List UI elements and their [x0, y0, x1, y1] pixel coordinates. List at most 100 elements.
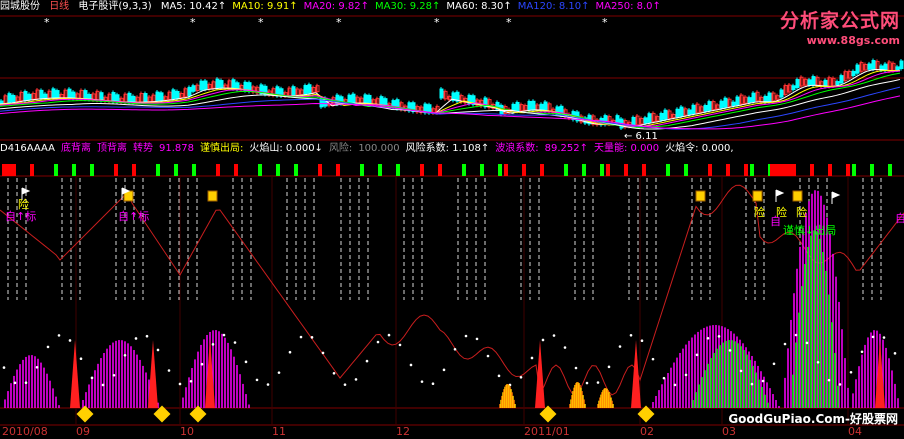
indicator-dot — [376, 340, 380, 344]
logo-url: www.88gs.com — [806, 34, 900, 47]
signal-block — [114, 164, 118, 176]
indicator-dot — [332, 371, 336, 375]
indicator-dot — [321, 351, 325, 355]
indicator-value: 89.252↑ — [544, 143, 588, 154]
indicator-dot — [398, 343, 402, 347]
indicator-label[interactable]: 电子股评(9,3,3) — [78, 1, 151, 12]
indicator-dot — [882, 336, 886, 339]
indicator-dot — [24, 381, 28, 385]
indicator-dot — [574, 366, 578, 370]
indicator-dot — [288, 350, 292, 354]
site-logo: 分析家公式网 www.88gs.com — [780, 6, 900, 47]
indicator-dot — [585, 381, 589, 385]
ma-item: MA60: 8.30↑ — [446, 1, 512, 12]
indicator-dot — [750, 382, 754, 386]
red-spike — [70, 340, 80, 408]
signal-block — [726, 164, 730, 176]
candle — [659, 112, 664, 121]
ma-item: MA20: 9.82↑ — [303, 1, 369, 12]
signal-block — [828, 164, 832, 176]
candle — [39, 89, 44, 99]
candle — [779, 89, 784, 98]
candle — [131, 95, 136, 103]
time-axis-label: 11 — [272, 425, 286, 438]
signal-block — [216, 164, 220, 176]
candle — [835, 81, 840, 86]
star-mark: * — [602, 16, 608, 29]
candle — [735, 96, 740, 106]
candle — [203, 80, 208, 90]
indicator-dot — [354, 378, 358, 381]
signal-block — [72, 164, 76, 176]
candle — [175, 90, 180, 99]
candle — [691, 104, 696, 115]
indicator-dot — [640, 339, 644, 343]
indicator-dot — [57, 334, 61, 337]
signal-zi-biao-2: 自↑标 — [118, 210, 150, 223]
time-axis-label: 2010/08 — [2, 425, 48, 438]
signal-block — [54, 164, 58, 176]
signal-block — [540, 164, 544, 176]
indicator-dot — [123, 353, 127, 357]
period-label[interactable]: 日线 — [49, 1, 69, 12]
signal-block — [480, 164, 484, 176]
signal-block — [192, 164, 196, 176]
stock-name[interactable]: 园城股份 — [0, 1, 40, 12]
logo-title: 分析家公式网 — [779, 10, 900, 32]
candle — [231, 79, 236, 90]
candle — [199, 80, 204, 91]
candle — [439, 88, 444, 99]
indicator-dot — [420, 380, 424, 383]
flag-marker — [831, 191, 841, 204]
indicator-dot — [794, 333, 798, 337]
indicator-value: 转势 — [133, 143, 153, 154]
star-mark: * — [434, 16, 440, 29]
indicator-dot — [46, 345, 50, 349]
indicator-dot — [783, 342, 787, 346]
indicator-dot — [266, 383, 270, 386]
candle — [7, 93, 12, 104]
candle — [159, 92, 164, 102]
indicator-dot — [255, 378, 259, 382]
indicator-value: 谨慎出局: — [200, 143, 244, 154]
watermark: GoodGuPiao.Com-好股票网 — [728, 412, 898, 426]
candle — [127, 92, 132, 103]
candle — [215, 78, 220, 89]
indicator-dot — [607, 365, 611, 369]
candle — [351, 93, 356, 104]
candle — [647, 113, 652, 123]
indicator-dot — [717, 335, 721, 338]
indicator-dot — [211, 343, 215, 346]
signal-xian-1: 险 — [18, 198, 29, 211]
signal-zi-2: 自 — [895, 212, 904, 225]
candle — [191, 85, 196, 92]
candle — [219, 80, 224, 89]
indicator-dot — [233, 341, 237, 344]
signal-block — [462, 164, 466, 176]
indicator-dot — [695, 353, 699, 357]
indicator-dot — [156, 348, 160, 352]
candle — [539, 103, 544, 111]
candle — [631, 116, 636, 127]
indicator-dot — [79, 357, 83, 360]
indicator-dot — [816, 360, 820, 364]
signal-block — [870, 164, 874, 176]
indicator-value: D416AAAA — [0, 143, 55, 154]
indicator-dot — [629, 334, 633, 337]
indicator-dot — [343, 383, 347, 386]
red-spike — [535, 340, 545, 408]
low-price-label: ← 6.11 — [624, 131, 658, 142]
ma-item: MA250: 8.0↑ — [595, 1, 661, 12]
indicator-dot — [805, 341, 809, 345]
indicator-dot — [827, 378, 831, 382]
ma-item: MA30: 9.28↑ — [374, 1, 441, 12]
signal-block — [582, 164, 586, 176]
ma-item: MA10: 9.91↑ — [232, 1, 298, 12]
indicator-dot — [277, 371, 281, 374]
candle — [303, 85, 308, 95]
signal-block — [156, 164, 160, 176]
signal-block — [396, 164, 400, 176]
signal-block — [600, 164, 604, 176]
signal-icon — [207, 190, 218, 202]
indicator-dot — [145, 334, 149, 338]
